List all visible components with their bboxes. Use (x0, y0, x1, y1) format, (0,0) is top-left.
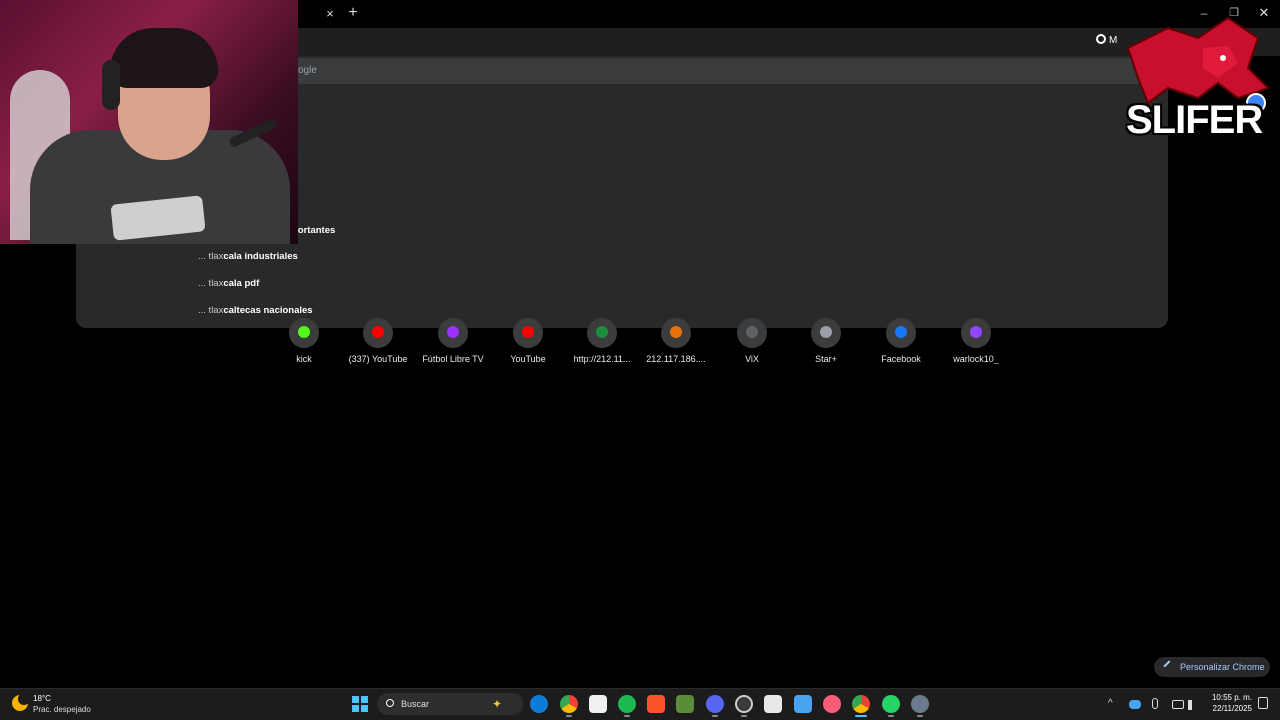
logo-text: SLIFER (1126, 98, 1263, 142)
shortcut-tile[interactable]: warlock10_ (939, 318, 1013, 364)
minecraft-icon[interactable] (676, 695, 694, 713)
shortcut-favicon (513, 318, 543, 348)
shortcut-label: Facebook (881, 354, 921, 364)
suggestion-item[interactable]: ... tlaxcala pdf (198, 278, 259, 289)
suggestion-match: caltecas nacionales (223, 305, 313, 316)
webcam-overlay (0, 0, 298, 244)
clock-time[interactable]: 10:55 p. m. (1210, 693, 1252, 702)
edge-icon[interactable] (530, 695, 548, 713)
running-indicator (917, 715, 923, 717)
photos-icon[interactable] (794, 695, 812, 713)
weather-temperature[interactable]: 18°C (33, 694, 51, 703)
shortcut-favicon (961, 318, 991, 348)
shortcut-label: warlock10_ (953, 354, 999, 364)
copilot-sparkle-icon: ✦ (492, 697, 503, 711)
capcut-icon[interactable] (589, 695, 607, 713)
shortcut-favicon (438, 318, 468, 348)
shortcut-label: http://212.11... (573, 354, 631, 364)
search-icon (1096, 34, 1106, 44)
shortcut-tile[interactable]: kick (267, 318, 341, 364)
shortcut-tile[interactable]: Facebook (864, 318, 938, 364)
running-indicator (888, 715, 894, 717)
shortcut-label: kick (296, 354, 312, 364)
shortcut-tile[interactable]: YouTube (491, 318, 565, 364)
notification-icon[interactable] (1258, 697, 1268, 709)
shortcut-favicon (587, 318, 617, 348)
shortcut-label: ViX (745, 354, 759, 364)
shortcut-label: YouTube (510, 354, 546, 364)
music-icon[interactable] (823, 695, 841, 713)
chrome-active-icon[interactable] (852, 695, 870, 713)
whatsapp-icon[interactable] (882, 695, 900, 713)
shortcut-favicon (886, 318, 916, 348)
shortcut-tile[interactable]: http://212.11... (565, 318, 639, 364)
brave-icon[interactable] (647, 695, 665, 713)
suggestion-prefix: ... tlax (198, 305, 224, 316)
microphone-icon[interactable] (1152, 698, 1158, 709)
tray-chevron-icon[interactable]: ^ (1108, 698, 1113, 709)
chrome-icon[interactable] (560, 695, 578, 713)
discord-icon[interactable] (706, 695, 724, 713)
running-indicator (566, 715, 572, 717)
suggestion-match: cala industriales (223, 251, 298, 262)
shortcut-favicon (661, 318, 691, 348)
shortcut-favicon (811, 318, 841, 348)
obs-icon[interactable] (735, 695, 753, 713)
suggestion-partial-fragment[interactable]: portantes (292, 225, 335, 236)
search-icon (386, 699, 394, 707)
active-indicator (855, 715, 867, 717)
running-indicator (712, 715, 718, 717)
weather-description[interactable]: Prac. despejado (33, 705, 91, 714)
person-hair (110, 28, 218, 88)
volume-icon[interactable] (1188, 700, 1198, 710)
shortcut-label: Star+ (815, 354, 837, 364)
address-bar-hint: ogle (298, 65, 317, 76)
suggestion-prefix: ... tlax (198, 251, 224, 262)
taskbar-search-placeholder: Buscar (401, 699, 430, 709)
suggestion-match: cala pdf (223, 278, 260, 289)
tab-close-button[interactable]: × (322, 6, 338, 22)
suggestion-item[interactable]: ... tlaxcaltecas nacionales (198, 305, 313, 316)
shortcut-label: Fútbol Libre TV (422, 354, 484, 364)
windows-taskbar (0, 688, 1280, 720)
clock-date[interactable]: 22/11/2025 (1206, 704, 1252, 713)
onedrive-icon[interactable] (1129, 700, 1141, 709)
customize-chrome-button[interactable]: Personalizar Chrome (1154, 657, 1270, 677)
store-icon[interactable] (764, 695, 782, 713)
shortcut-label: 212.117.186.... (646, 354, 706, 364)
network-icon[interactable] (1172, 700, 1184, 709)
shortcut-tile[interactable]: 212.117.186.... (639, 318, 713, 364)
weather-moon-icon[interactable] (12, 693, 30, 711)
suggestion-item[interactable]: ... tlaxcala industriales (198, 251, 298, 262)
shortcut-favicon (289, 318, 319, 348)
shortcut-tile[interactable]: ViX (715, 318, 789, 364)
running-indicator (741, 715, 747, 717)
pencil-icon (1163, 660, 1175, 672)
new-tab-button[interactable]: + (344, 4, 362, 22)
headset (102, 60, 120, 110)
shortcut-tile[interactable]: Fútbol Libre TV (416, 318, 490, 364)
customize-chrome-label: Personalizar Chrome (1180, 662, 1265, 672)
settings-icon[interactable] (911, 695, 929, 713)
shortcut-tile[interactable]: (337) YouTube (341, 318, 415, 364)
spotify-icon[interactable] (618, 695, 636, 713)
running-indicator (624, 715, 630, 717)
shortcut-tile[interactable]: Star+ (789, 318, 863, 364)
shortcut-favicon (737, 318, 767, 348)
shortcut-label: (337) YouTube (348, 354, 408, 364)
shortcut-favicon (363, 318, 393, 348)
suggestion-prefix: ... tlax (198, 278, 224, 289)
taskbar-search[interactable]: Buscar ✦ (377, 693, 523, 715)
start-button[interactable] (352, 696, 368, 712)
